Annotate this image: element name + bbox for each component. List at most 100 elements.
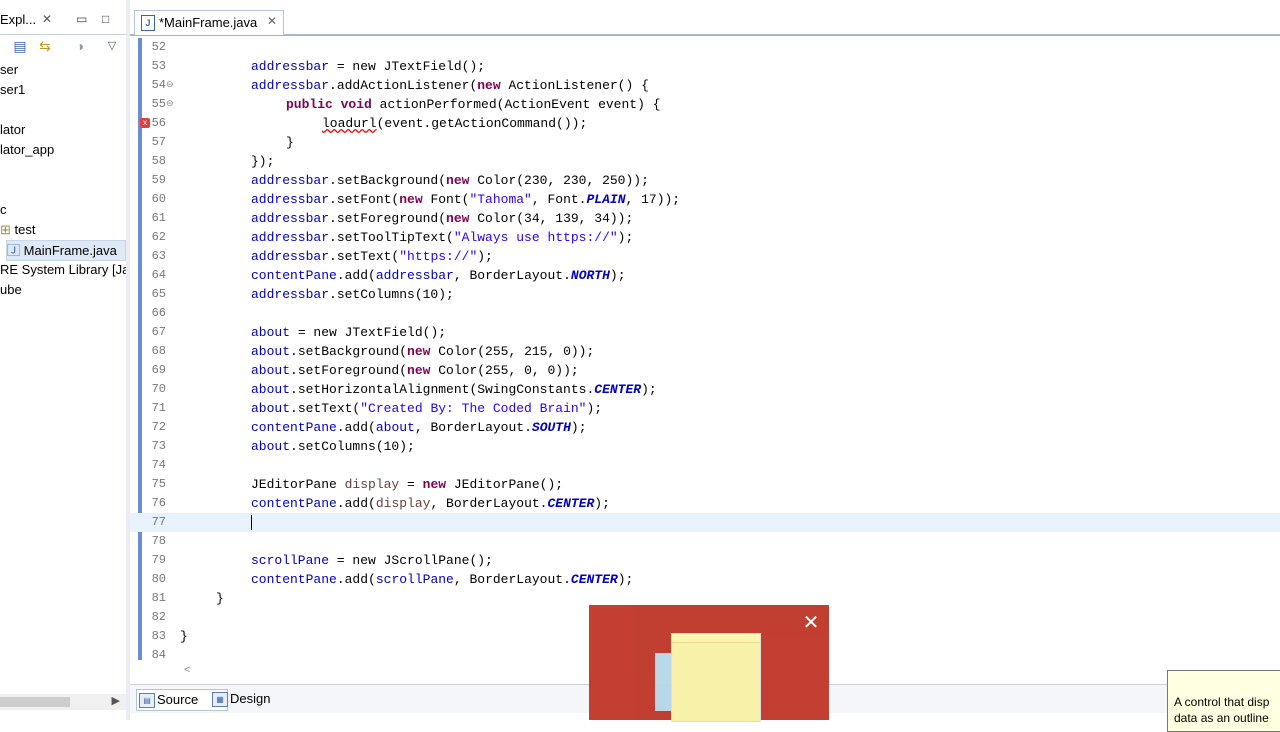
code-line: 73 about.setColumns(10); bbox=[130, 437, 1280, 456]
code-text: addressbar = new JTextField(); bbox=[251, 59, 486, 74]
line-number: 67 bbox=[151, 325, 166, 339]
close-icon[interactable]: ✕ bbox=[267, 14, 277, 28]
code-text: contentPane.add(about, BorderLayout.SOUT… bbox=[251, 420, 587, 435]
line-number: 65 bbox=[151, 287, 166, 301]
line-number: 56 bbox=[151, 116, 166, 130]
scrollbar-thumb[interactable] bbox=[0, 697, 70, 707]
sticky-notes-icon[interactable] bbox=[671, 633, 761, 722]
line-number: 53 bbox=[151, 59, 166, 73]
line-number: 74 bbox=[151, 458, 166, 472]
line-number: 63 bbox=[151, 249, 166, 263]
source-icon: ▤ bbox=[139, 693, 155, 708]
line-number: 80 bbox=[151, 572, 166, 586]
line-number: 76 bbox=[151, 496, 166, 510]
close-icon[interactable]: ✕ bbox=[42, 12, 52, 26]
explorer-tab-label: Expl... bbox=[0, 12, 37, 27]
line-number: 73 bbox=[151, 439, 166, 453]
line-number: 77 bbox=[151, 515, 166, 529]
code-line: 76 contentPane.add(display, BorderLayout… bbox=[130, 494, 1280, 513]
line-number: 58 bbox=[151, 154, 166, 168]
code-line: 52 bbox=[130, 38, 1280, 57]
code-text: }); bbox=[251, 154, 275, 169]
fold-icon[interactable]: ⊖ bbox=[166, 98, 174, 109]
tree-item[interactable]: ser bbox=[0, 60, 18, 79]
code-text: contentPane.add(addressbar, BorderLayout… bbox=[251, 268, 626, 283]
code-line: 58 }); bbox=[130, 152, 1280, 171]
maximize-icon[interactable]: □ bbox=[102, 12, 109, 26]
tree-item-label: MainFrame.java bbox=[23, 243, 117, 258]
code-text: contentPane.add(scrollPane, BorderLayout… bbox=[251, 572, 634, 587]
code-text: } bbox=[180, 629, 188, 644]
tree-item-label: lator bbox=[0, 122, 26, 137]
tab-source-label: Source bbox=[157, 692, 199, 707]
code-line: 70 about.setHorizontalAlignment(SwingCon… bbox=[130, 380, 1280, 399]
line-number: 68 bbox=[151, 344, 166, 358]
code-line: 67 about = new JTextField(); bbox=[130, 323, 1280, 342]
code-text: addressbar.addActionListener(new ActionL… bbox=[251, 78, 649, 93]
code-area[interactable]: 52 53 addressbar = new JTextField(); 54 ⊖… bbox=[130, 38, 1280, 662]
tab-mainframe[interactable]: J *MainFrame.java ✕ bbox=[134, 10, 284, 35]
tooltip: A control that disp data as an outline bbox=[1167, 670, 1280, 732]
tree-item[interactable]: RE System Library [Jav bbox=[0, 260, 126, 279]
tree-item-test[interactable]: ⊞ test bbox=[0, 220, 36, 239]
code-line: 61 addressbar.setForeground(new Color(34… bbox=[130, 209, 1280, 228]
code-line: 80 contentPane.add(scrollPane, BorderLay… bbox=[130, 570, 1280, 589]
tree-item-label: lator_app bbox=[0, 142, 55, 157]
explorer-tab[interactable]: Expl... ✕ bbox=[0, 12, 52, 27]
code-text: about.setBackground(new Color(255, 215, … bbox=[251, 344, 595, 359]
close-icon[interactable]: ✕ bbox=[799, 611, 823, 635]
tab-design[interactable]: ▦ Design bbox=[210, 689, 296, 709]
tree-item-label: c bbox=[0, 202, 7, 217]
code-text: about.setForeground(new Color(255, 0, 0)… bbox=[251, 363, 579, 378]
scroll-left-icon[interactable]: < bbox=[184, 664, 190, 676]
tree-item[interactable]: ube bbox=[0, 280, 22, 299]
code-line: 69 about.setForeground(new Color(255, 0,… bbox=[130, 361, 1280, 380]
collapse-all-icon[interactable]: ▤ bbox=[12, 39, 28, 53]
java-file-icon: J bbox=[141, 15, 155, 31]
scroll-right-icon[interactable]: ▶ bbox=[112, 694, 120, 707]
code-line: 53 addressbar = new JTextField(); bbox=[130, 57, 1280, 76]
tree-item-label: test bbox=[14, 222, 36, 237]
view-menu-icon[interactable]: ▽ bbox=[104, 39, 120, 53]
tree-item-label: ube bbox=[0, 282, 22, 297]
line-number: 62 bbox=[151, 230, 166, 244]
code-text: loadurl(event.getActionCommand()); bbox=[322, 116, 588, 131]
code-text: scrollPane = new JScrollPane(); bbox=[251, 553, 493, 568]
code-text: public void actionPerformed(ActionEvent … bbox=[286, 97, 661, 112]
tree-item[interactable]: lator bbox=[0, 120, 25, 139]
line-number: 78 bbox=[151, 534, 166, 548]
text-caret bbox=[251, 515, 252, 530]
code-line: 78 bbox=[130, 532, 1280, 551]
code-line: x 56 loadurl(event.getActionCommand()); bbox=[130, 114, 1280, 133]
code-line: 63 addressbar.setText("https://"); bbox=[130, 247, 1280, 266]
line-number: 60 bbox=[151, 192, 166, 206]
line-number: 84 bbox=[151, 648, 166, 662]
code-line: 74 bbox=[130, 456, 1280, 475]
code-line: 62 addressbar.setToolTipText("Always use… bbox=[130, 228, 1280, 247]
line-number: 52 bbox=[151, 40, 166, 54]
minimize-icon[interactable]: ▭ bbox=[76, 12, 87, 26]
tree-item-label: RE System Library [Jav bbox=[0, 262, 126, 277]
code-text: addressbar.setText("https://"); bbox=[251, 249, 493, 264]
explorer-hscrollbar[interactable]: ▶ bbox=[0, 694, 126, 710]
tree-item[interactable]: c bbox=[0, 200, 7, 219]
code-line: 66 bbox=[130, 304, 1280, 323]
tree-item-mainframe[interactable]: 🄹 MainFrame.java bbox=[6, 240, 126, 261]
code-text: contentPane.add(display, BorderLayout.CE… bbox=[251, 496, 610, 511]
code-text: about.setHorizontalAlignment(SwingConsta… bbox=[251, 382, 657, 397]
fold-icon[interactable]: ⊖ bbox=[166, 79, 174, 90]
tree-item[interactable]: ser1 bbox=[0, 80, 25, 99]
focus-icon[interactable]: ◑ bbox=[72, 39, 88, 53]
link-with-editor-icon[interactable]: ⇆ bbox=[37, 39, 53, 53]
code-line: 79 scrollPane = new JScrollPane(); bbox=[130, 551, 1280, 570]
code-text: addressbar.setColumns(10); bbox=[251, 287, 454, 302]
code-text: JEditorPane display = new JEditorPane(); bbox=[251, 477, 564, 492]
line-number: 81 bbox=[151, 591, 166, 605]
code-text: addressbar.setForeground(new Color(34, 1… bbox=[251, 211, 634, 226]
code-text: about = new JTextField(); bbox=[251, 325, 447, 340]
code-line: 72 contentPane.add(about, BorderLayout.S… bbox=[130, 418, 1280, 437]
package-explorer: Expl... ✕ ▭ □ ▤ ⇆ ◑ ▽ ser ser1 lator lat… bbox=[0, 0, 126, 720]
tree-item[interactable]: lator_app bbox=[0, 140, 54, 159]
code-line: 71 about.setText("Created By: The Coded … bbox=[130, 399, 1280, 418]
line-number: 69 bbox=[151, 363, 166, 377]
